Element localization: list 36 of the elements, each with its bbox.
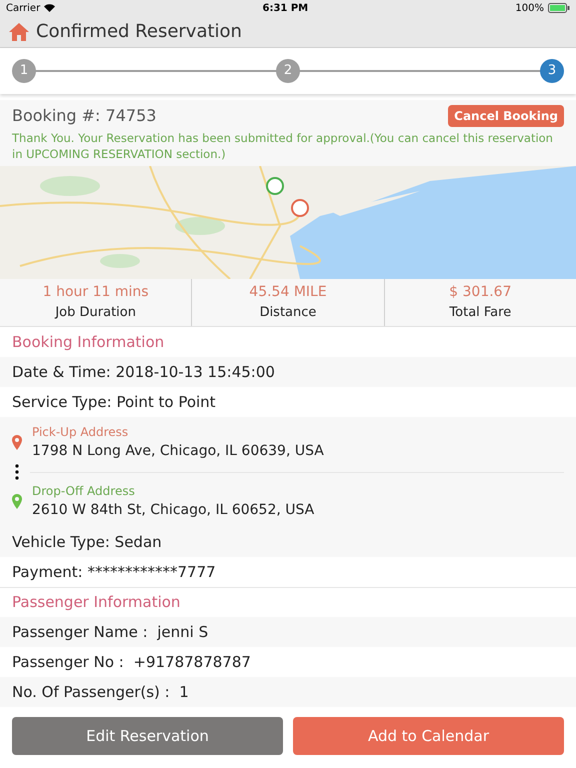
address-text: 2610 W 84th St, Chicago, IL 60652, USA [32,501,314,520]
address-text: 1798 N Long Ave, Chicago, IL 60639, USA [32,442,324,461]
confirmation-message: Thank You. Your Reservation has been submitted for approval.(You can cancel this reservation in UPCOMING RESERVATION section.) [12,130,554,162]
home-icon[interactable] [8,22,30,42]
add-to-calendar-button[interactable]: Add to Calendar [293,717,564,755]
booking-number: Booking #: 74753 [12,105,156,127]
step-indicator: 1 [12,59,36,83]
info-text: Passenger No : +91787878787 [12,652,251,673]
wifi-icon [44,4,56,12]
stat-label: Total Fare [449,304,512,322]
info-text: Vehicle Type: Sedan [12,532,162,553]
info-text: Payment: ************7777 [12,562,216,583]
info-text: Passenger Name : jenni S [12,622,208,643]
step-indicator: 2 [276,59,300,83]
stat-label: Distance [260,304,316,322]
info-text: Date & Time: 2018-10-13 15:45:00 [12,362,275,383]
stat-value: 1 hour 11 mins [42,283,149,302]
stat-label: Job Duration [55,304,136,322]
address-label: Pick-Up Address [32,424,130,441]
battery-text: 100% [515,2,544,16]
info-text: No. Of Passenger(s) : 1 [12,682,189,703]
stat-value: $ 301.67 [449,283,512,302]
edit-reservation-button[interactable]: Edit Reservation [12,717,283,755]
cancel-booking-button[interactable]: Cancel Booking [448,105,564,127]
address-label: Drop-Off Address [32,483,136,500]
carrier-text: Carrier [6,0,56,16]
step-indicator: 3 [540,59,564,83]
stat-value: 45.54 MILE [249,283,327,302]
battery-icon [548,3,570,13]
location-pin-icon [12,435,22,450]
location-pin-icon [12,494,22,509]
section-heading: Booking Information [12,332,164,353]
page-title: Confirmed Reservation [36,20,242,44]
section-heading: Passenger Information [12,592,180,614]
info-text: Service Type: Point to Point [12,392,216,413]
time-text: 6:31 PM [262,2,308,16]
